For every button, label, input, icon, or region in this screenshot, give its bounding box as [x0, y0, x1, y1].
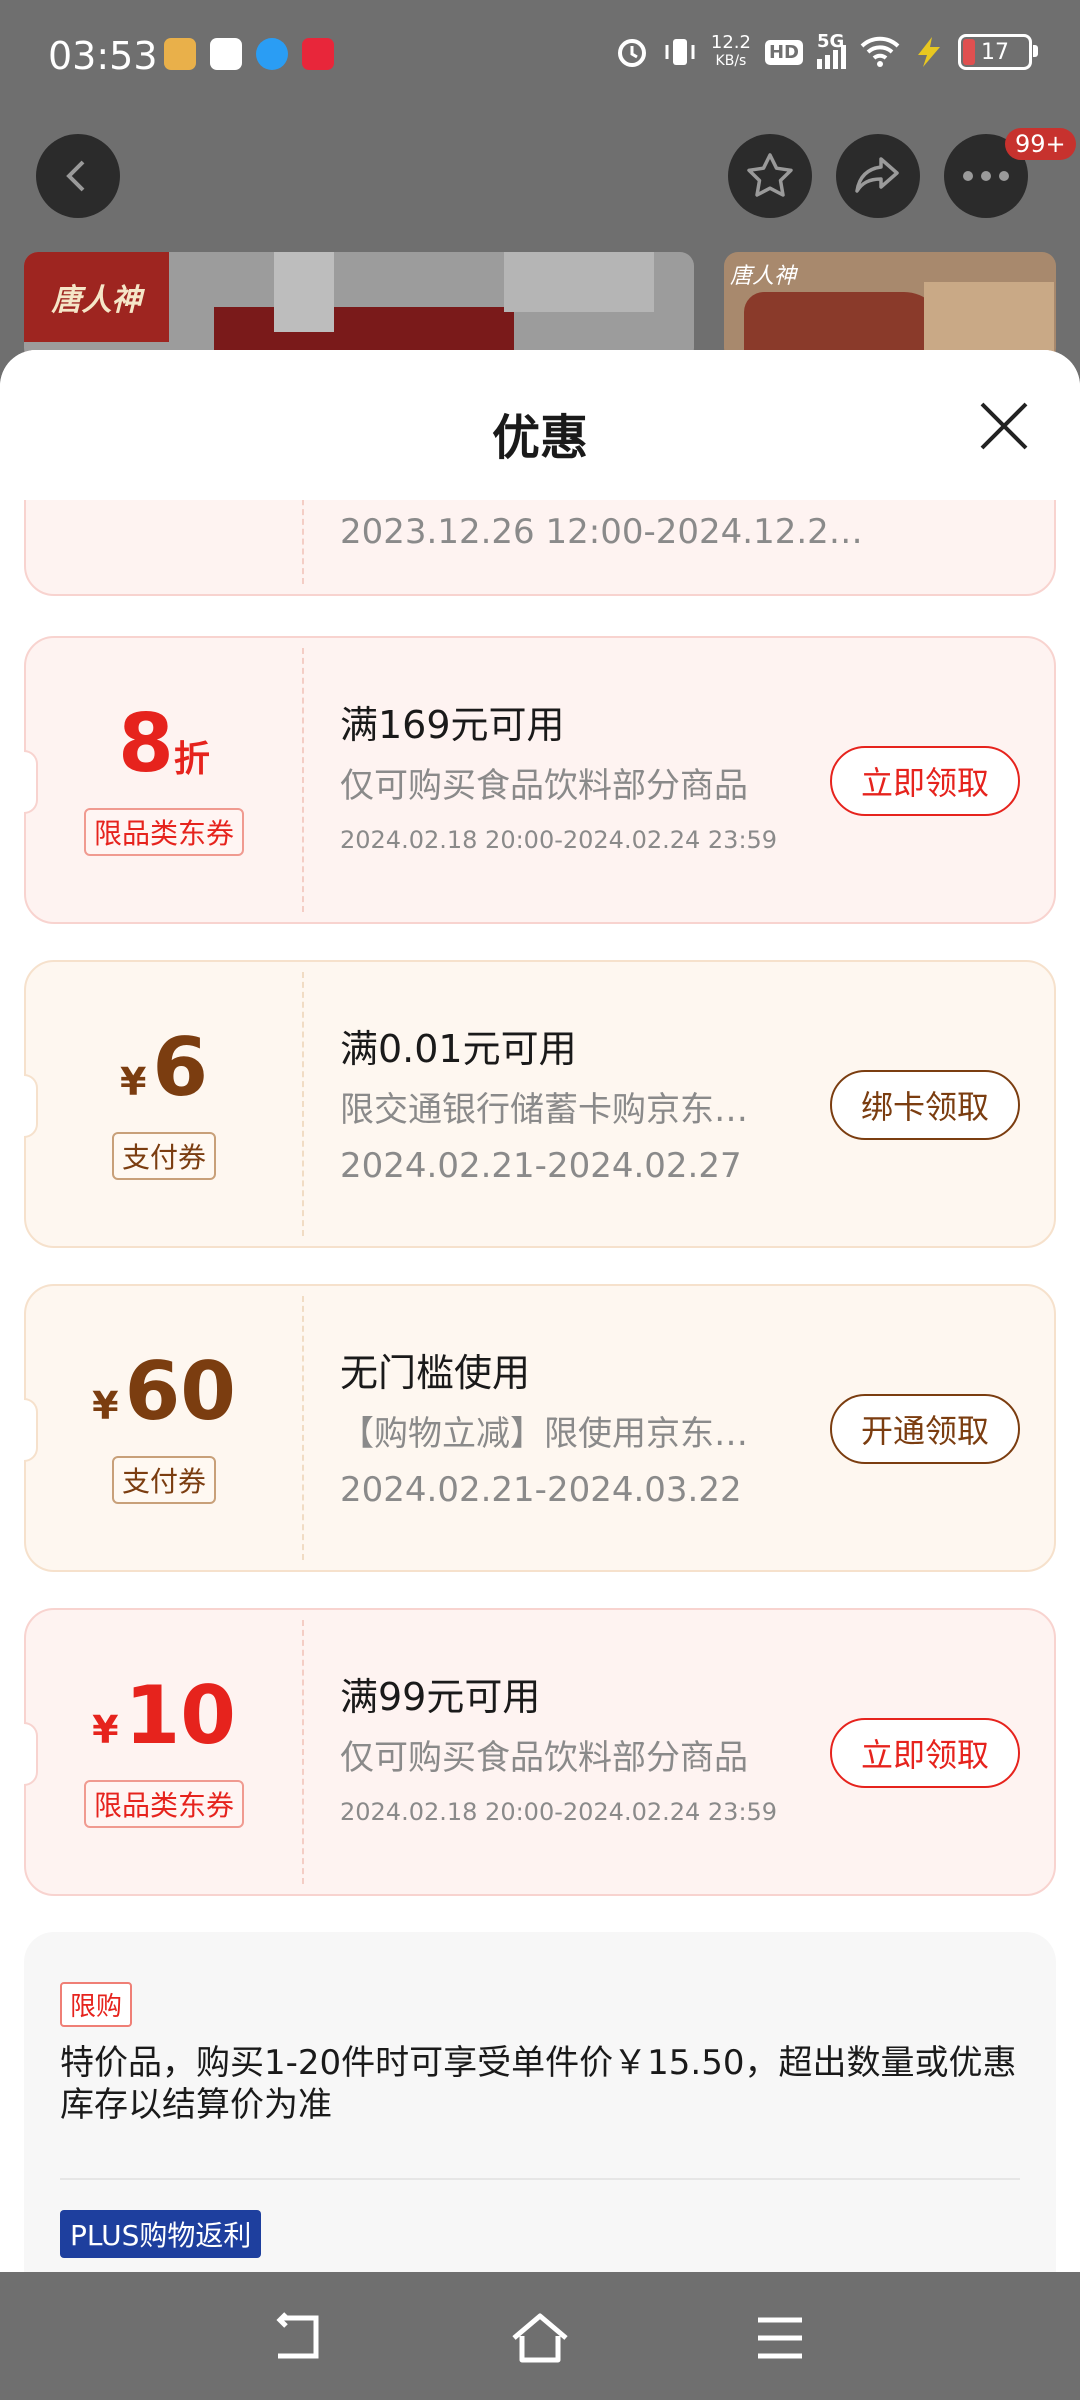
- activate-claim-button[interactable]: 开通领取: [830, 1394, 1020, 1464]
- charging-icon: [918, 37, 940, 67]
- hd-icon: HD: [764, 39, 803, 65]
- bind-card-claim-button[interactable]: 绑卡领取: [830, 1070, 1020, 1140]
- status-time: 03:53: [48, 34, 158, 78]
- claim-button[interactable]: 立即领取: [830, 746, 1020, 816]
- coupon-card: ¥6 支付券 满0.01元可用 限交通银行储蓄卡购京东… 2024.02.21-…: [24, 960, 1056, 1248]
- brand-logo-2: 唐人神: [730, 264, 797, 289]
- coupon-date: 2024.02.18 20:00-2024.02.24 23:59: [340, 1798, 778, 1826]
- coupon-desc: 仅可购买食品饮料部分商品: [340, 1738, 748, 1778]
- coupon-type-tag: 限品类东券: [83, 808, 244, 856]
- status-indicators: 12.2 KB/s HD 5G 17: [615, 31, 1038, 70]
- home-icon[interactable]: [510, 2310, 570, 2366]
- redbook-notification-icon: [302, 38, 334, 70]
- star-icon: [747, 153, 793, 197]
- battery-icon: 17: [958, 34, 1038, 70]
- network-speed: 12.2 KB/s: [710, 32, 751, 70]
- limit-purchase-tag: 限购: [60, 1982, 133, 2027]
- mail-notification-icon: [210, 38, 242, 70]
- favorite-button[interactable]: [728, 134, 812, 218]
- coupon-title: 无门槛使用: [340, 1351, 531, 1395]
- product-gallery[interactable]: 唐人神 唐人神: [24, 252, 1056, 362]
- coupon-card: 8折 限品类东券 满169元可用 仅可购买食品饮料部分商品 2024.02.18…: [24, 636, 1056, 924]
- more-badge: 99+: [1005, 128, 1076, 160]
- share-button[interactable]: [836, 134, 920, 218]
- coupon-amount: ¥6: [119, 1021, 209, 1114]
- coupon-date: 2024.02.21-2024.03.22: [340, 1470, 742, 1510]
- coupon-type-tag: 支付券: [111, 1456, 216, 1504]
- chevron-left-icon: [66, 160, 85, 192]
- coupon-date: 2024.02.21-2024.02.27: [340, 1146, 742, 1186]
- wifi-icon: [860, 36, 900, 67]
- product-image[interactable]: 唐人神: [24, 252, 694, 362]
- coupon-type-tag: 限品类东券: [83, 1780, 244, 1828]
- sheet-header: 优惠: [0, 350, 1080, 500]
- status-bar: 03:53 12.2 KB/s HD 5G 17: [0, 0, 1080, 118]
- app-notification-icon: [164, 38, 196, 70]
- coupon-card: ¥10 限品类东券 满99元可用 仅可购买食品饮料部分商品 2024.02.18…: [24, 1608, 1056, 1896]
- coupon-amount: ¥60: [92, 1345, 236, 1438]
- plus-rebate-tag: PLUS购物返利: [60, 2210, 262, 2258]
- coupon-desc: 仅可购买食品饮料部分商品: [340, 766, 748, 806]
- coupon-title: 满99元可用: [340, 1675, 541, 1719]
- menu-icon[interactable]: [750, 2310, 810, 2366]
- notification-icons: [164, 38, 334, 70]
- more-dots-icon: [963, 171, 1009, 181]
- coupon-amount: ¥10: [92, 1669, 236, 1762]
- close-icon[interactable]: [976, 398, 1032, 454]
- coupon-title: 满169元可用: [340, 703, 565, 747]
- back-button[interactable]: [36, 134, 120, 218]
- claim-button[interactable]: 立即领取: [830, 1718, 1020, 1788]
- coupon-card: ¥60 支付券 无门槛使用 【购物立减】限使用京东… 2024.02.21-20…: [24, 1284, 1056, 1572]
- share-icon: [855, 157, 899, 193]
- vibrate-icon: [665, 39, 695, 65]
- brand-logo: 唐人神: [24, 252, 169, 342]
- coupon-desc: 【购物立减】限使用京东…: [340, 1414, 748, 1454]
- product-image-2[interactable]: 唐人神: [724, 252, 1056, 362]
- coupon-title: 满0.01元可用: [340, 1027, 577, 1071]
- promotion-info-card: 限购 特价品，购买1-20件时可享受单件价￥15.50，超出数量或优惠库存以结算…: [24, 1932, 1056, 2272]
- sheet-title: 优惠: [491, 410, 588, 466]
- coupon-amount: 8折: [118, 697, 210, 790]
- back-gesture-icon[interactable]: [270, 2310, 330, 2366]
- coupon-sheet: 优惠 2023.12.26 12:00-2024.12.2… 8折 限品类东券 …: [0, 350, 1080, 2272]
- coupon-date: 2024.02.18 20:00-2024.02.24 23:59: [340, 826, 778, 854]
- signal-icon: 5G: [817, 31, 846, 69]
- system-navigation-bar: [0, 2272, 1080, 2400]
- alarm-icon: [617, 39, 646, 67]
- limit-purchase-text: 特价品，购买1-20件时可享受单件价￥15.50，超出数量或优惠库存以结算价为准: [60, 2043, 1017, 2125]
- coupon-desc: 限交通银行储蓄卡购京东…: [340, 1090, 748, 1130]
- divider: [60, 2178, 1020, 2180]
- coupon-date: 2023.12.26 12:00-2024.12.2…: [340, 512, 863, 552]
- qq-notification-icon: [256, 38, 288, 70]
- coupon-type-tag: 支付券: [111, 1132, 216, 1180]
